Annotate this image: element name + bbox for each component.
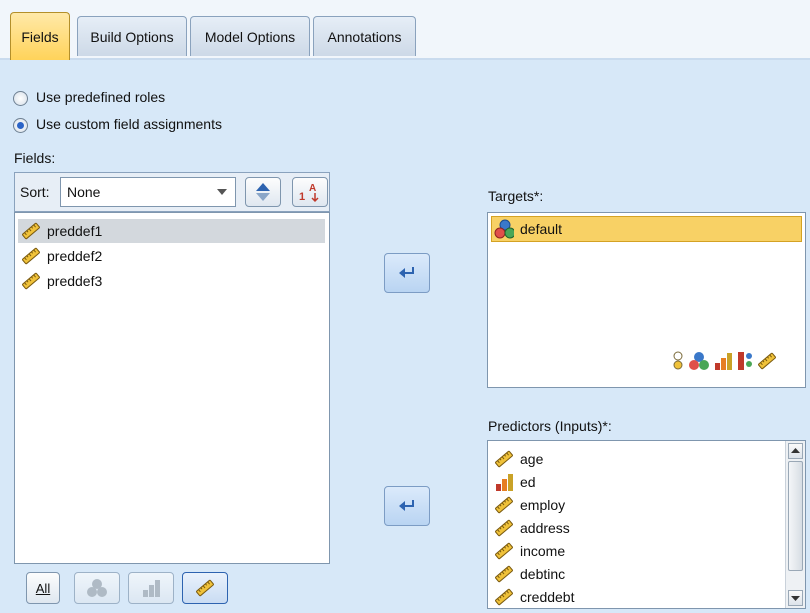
move-arrow-icon — [399, 267, 414, 278]
use-predefined-roles-radio[interactable] — [13, 91, 28, 106]
continuous-ruler-icon — [494, 449, 514, 469]
sort-dropdown[interactable]: None — [60, 177, 236, 207]
list-item[interactable]: default — [494, 218, 562, 240]
use-custom-assignments-label[interactable]: Use custom field assignments — [36, 116, 222, 132]
continuous-ruler-icon — [494, 587, 514, 607]
tab-label: Annotations — [327, 28, 402, 45]
continuous-ruler-icon — [21, 271, 41, 291]
continuous-ruler-icon — [494, 518, 514, 538]
chevron-down-icon — [217, 189, 227, 195]
predictors-scrollbar[interactable] — [785, 441, 805, 608]
sort-ascending-icon — [256, 183, 270, 201]
continuous-ruler-icon — [21, 221, 41, 241]
list-item[interactable]: ed — [494, 471, 536, 493]
sort-label: Sort: — [20, 184, 50, 200]
predictor-name: address — [520, 520, 570, 536]
sort-alpha-icon: 1 A — [299, 183, 319, 203]
sort-alpha-button[interactable]: 1 A — [292, 177, 328, 207]
predictor-name: employ — [520, 497, 566, 513]
predictor-name: creddebt — [520, 589, 575, 605]
filter-all-label: All — [35, 580, 51, 596]
ordinal-bars-icon — [494, 472, 514, 492]
nominal-set-icon — [87, 579, 107, 597]
filter-all-button[interactable]: All — [26, 572, 60, 604]
move-to-predictors-button[interactable] — [384, 486, 430, 526]
tab-label: Fields — [21, 28, 59, 45]
list-item[interactable]: preddef1 — [21, 220, 102, 242]
fields-heading: Fields: — [14, 150, 56, 166]
target-name: default — [520, 221, 563, 237]
scroll-up-button[interactable] — [788, 443, 803, 459]
list-item[interactable]: age — [494, 448, 543, 470]
ordinal-bars-icon — [715, 353, 732, 370]
continuous-ruler-icon — [196, 579, 214, 597]
list-item[interactable]: employ — [494, 494, 565, 516]
sort-order-button[interactable] — [245, 177, 281, 207]
svg-text:1: 1 — [299, 191, 305, 203]
list-item[interactable]: preddef2 — [21, 245, 102, 267]
scroll-thumb[interactable] — [788, 461, 803, 571]
list-item[interactable]: creddebt — [494, 586, 574, 608]
predictors-list[interactable]: age ed employ address income debtinc cre… — [487, 440, 806, 609]
flag-icon — [673, 351, 683, 370]
nominal-set-icon — [689, 352, 709, 370]
predictor-name: income — [520, 543, 566, 559]
filter-continuous-button[interactable] — [182, 572, 228, 604]
sort-dropdown-value: None — [67, 184, 101, 200]
use-custom-assignments-radio[interactable] — [13, 118, 28, 133]
filter-ordinal-button[interactable] — [128, 572, 174, 604]
nominal-set-icon — [494, 219, 514, 239]
tab-label: Build Options — [90, 28, 174, 45]
move-to-targets-button[interactable] — [384, 253, 430, 293]
continuous-ruler-icon — [494, 495, 514, 515]
typeless-icon — [738, 352, 752, 370]
list-item[interactable]: address — [494, 517, 570, 539]
measurement-icons — [671, 350, 777, 372]
svg-text:A: A — [309, 183, 316, 194]
fields-list[interactable]: preddef1 preddef2 preddef3 — [14, 212, 330, 564]
continuous-ruler-icon — [494, 541, 514, 561]
tab-model-options[interactable]: Model Options — [190, 16, 310, 56]
field-name: preddef2 — [47, 248, 103, 264]
list-item[interactable]: preddef3 — [21, 270, 102, 292]
predictor-name: age — [520, 451, 544, 467]
tab-label: Model Options — [204, 28, 296, 45]
ordinal-bars-icon — [143, 580, 160, 597]
list-item[interactable]: debtinc — [494, 563, 565, 585]
tab-fields[interactable]: Fields — [10, 12, 70, 60]
continuous-ruler-icon — [494, 564, 514, 584]
tab-divider — [0, 58, 810, 60]
use-predefined-roles-label[interactable]: Use predefined roles — [36, 89, 165, 105]
filter-nominal-button[interactable] — [74, 572, 120, 604]
targets-list[interactable]: default — [487, 212, 806, 388]
list-item[interactable]: income — [494, 540, 565, 562]
chevron-up-icon — [791, 448, 800, 453]
field-name: preddef3 — [47, 273, 103, 289]
tab-annotations[interactable]: Annotations — [313, 16, 416, 56]
tab-build-options[interactable]: Build Options — [77, 16, 187, 56]
scroll-down-button[interactable] — [788, 590, 803, 606]
continuous-ruler-icon — [758, 352, 776, 370]
continuous-ruler-icon — [21, 246, 41, 266]
field-name: preddef1 — [47, 223, 103, 239]
predictors-heading: Predictors (Inputs)*: — [488, 418, 612, 434]
targets-heading: Targets*: — [488, 188, 544, 204]
move-arrow-icon — [399, 500, 414, 511]
predictor-name: debtinc — [520, 566, 566, 582]
chevron-down-icon — [791, 596, 800, 601]
predictor-name: ed — [520, 474, 536, 490]
